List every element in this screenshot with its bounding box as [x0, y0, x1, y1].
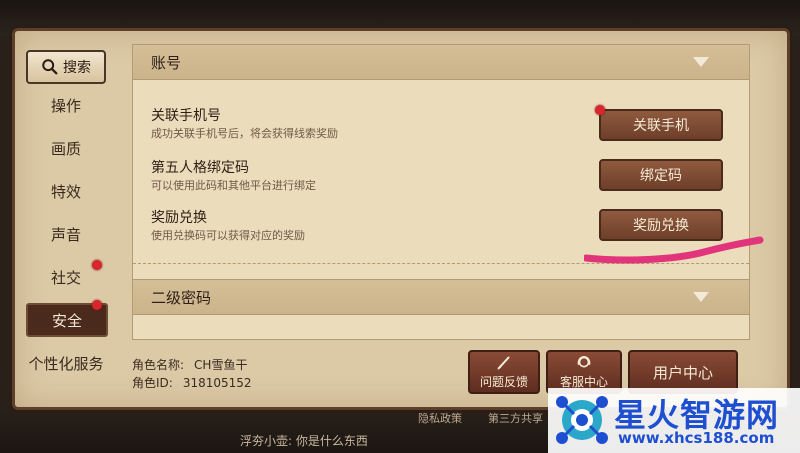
highlight-underline [584, 236, 764, 264]
role-name-value: CH雪鱼干 [194, 358, 248, 372]
sidebar-item-label: 安全 [51, 311, 82, 330]
sidebar-item-label: 声音 [50, 225, 81, 244]
second-password-section-header[interactable]: 二级密码 [133, 279, 749, 315]
sidebar-item-label: 个性化服务 [28, 354, 104, 373]
user-center-label: 用户中心 [652, 363, 713, 382]
role-id-row: 角色ID: 318105152 [132, 374, 252, 391]
section-title: 账号 [151, 53, 182, 72]
sidebar-item-effects[interactable]: 特效 [18, 172, 114, 210]
sidebar-item-label: 画质 [50, 139, 81, 158]
section-title: 二级密码 [151, 288, 212, 307]
sidebar-item-label: 操作 [50, 96, 81, 115]
feedback-label: 问题反馈 [479, 375, 528, 389]
role-name-row: 角色名称: CH雪鱼干 [132, 356, 247, 373]
row-title: 奖励兑换 [151, 210, 207, 226]
third-party-sharing-link[interactable]: 第三方共享 [488, 410, 543, 426]
link-phone-button[interactable]: 关联手机 [599, 109, 723, 141]
search-button[interactable]: 搜索 [26, 50, 106, 84]
row-description: 使用兑换码可以获得对应的奖励 [151, 229, 305, 242]
link-phone-notification-dot [595, 105, 605, 115]
chevron-down-icon[interactable] [693, 292, 709, 302]
role-name-label: 角色名称: [132, 358, 185, 372]
sidebar-item-label: 特效 [50, 182, 81, 201]
watermark-url: www.xhcs188.com [618, 429, 775, 447]
sidebar-item-graphics[interactable]: 画质 [18, 129, 114, 167]
row-description: 成功关联手机号后，将会获得线索奖励 [151, 127, 338, 140]
security-content: 账号 关联手机号 成功关联手机号后，将会获得线索奖励 关联手机 第五人格绑定码 … [132, 44, 750, 340]
chat-message: 浮夯小壶: 你是什么东西 [240, 434, 368, 448]
site-watermark: 星火智游网 www.xhcs188.com [548, 388, 800, 453]
sidebar-item-sound[interactable]: 声音 [18, 215, 114, 253]
pencil-icon [497, 356, 510, 370]
sidebar-item-label: 社交 [50, 268, 81, 287]
search-icon [42, 59, 58, 75]
sidebar-item-controls[interactable]: 操作 [18, 86, 114, 124]
feedback-button[interactable]: 问题反馈 [468, 350, 540, 394]
role-id-value: 318105152 [182, 376, 252, 390]
privacy-policy-link[interactable]: 隐私政策 [418, 410, 462, 426]
row-title: 第五人格绑定码 [151, 160, 249, 176]
social-notification-dot [92, 260, 102, 270]
watermark-logo [556, 396, 608, 444]
row-description: 可以使用此码和其他平台进行绑定 [151, 179, 316, 192]
bind-code-button[interactable]: 绑定码 [599, 159, 723, 191]
security-notification-dot [92, 300, 102, 310]
role-id-label: 角色ID: [132, 376, 173, 390]
search-label: 搜索 [63, 60, 91, 76]
settings-sidebar: 搜索 操作 画质 特效 声音 社交 安全 个性化服务 [18, 44, 114, 389]
row-title: 关联手机号 [151, 108, 221, 124]
sidebar-item-personalization[interactable]: 个性化服务 [18, 344, 114, 382]
support-agent-icon [577, 356, 591, 368]
account-section-header[interactable]: 账号 [133, 45, 749, 80]
chevron-down-icon[interactable] [693, 57, 709, 67]
